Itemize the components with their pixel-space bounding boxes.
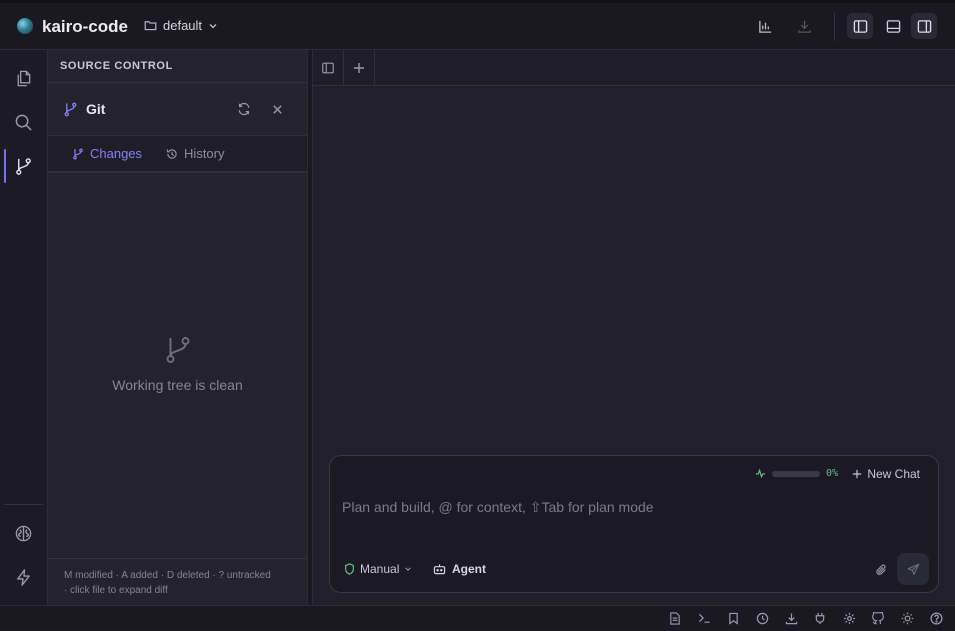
app-logo <box>17 18 33 34</box>
settings-icon <box>843 612 856 625</box>
legend-line: M modified · A added · D deleted · ? unt… <box>64 570 271 581</box>
refresh-icon <box>237 102 251 116</box>
status-document-button[interactable] <box>668 611 682 625</box>
context-meter: 0% <box>755 468 838 479</box>
chevron-down-icon <box>208 21 218 31</box>
activity-explorer[interactable] <box>0 61 47 95</box>
analytics-button[interactable] <box>752 13 778 39</box>
workspace-name: default <box>163 18 203 33</box>
empty-state: Working tree is clean <box>48 335 307 393</box>
git-branch-icon <box>163 335 193 365</box>
git-title: Git <box>86 101 106 117</box>
top-bar: kairo-code default <box>0 0 955 50</box>
status-terminal-button[interactable] <box>697 611 711 625</box>
help-icon <box>930 612 943 625</box>
git-branch-icon <box>72 147 84 160</box>
agent-label: Agent <box>452 562 486 576</box>
status-github-button[interactable] <box>871 611 885 625</box>
new-chat-label: New Chat <box>867 467 920 481</box>
document-icon <box>669 611 681 625</box>
toggle-bottom-panel-icon <box>886 19 901 34</box>
status-download-button[interactable] <box>784 611 798 625</box>
plus-icon <box>852 469 862 479</box>
source-control-panel: SOURCE CONTROL Git Changes History Worki… <box>48 50 308 605</box>
toggle-left-panel-icon <box>853 19 868 34</box>
context-percent: 0% <box>825 468 838 479</box>
shield-icon <box>344 563 355 575</box>
folder-icon <box>144 19 157 32</box>
mode-label: Manual <box>360 562 400 576</box>
app-name: kairo-code <box>42 17 128 36</box>
chat-composer: 0% New Chat Manual Agent <box>329 455 939 593</box>
close-button[interactable] <box>268 100 286 118</box>
mode-selector[interactable]: Manual <box>344 562 412 576</box>
robot-icon <box>433 563 446 575</box>
attach-button[interactable] <box>872 560 890 580</box>
github-icon <box>871 611 885 625</box>
bookmark-icon <box>728 612 739 625</box>
chat-input[interactable] <box>342 496 922 518</box>
empty-message: Working tree is clean <box>112 377 243 393</box>
close-icon <box>271 103 284 116</box>
status-bookmark-button[interactable] <box>726 611 740 625</box>
send-button[interactable] <box>897 553 929 585</box>
new-chat-button[interactable]: New Chat <box>852 467 920 481</box>
workspace-selector[interactable]: default <box>144 18 218 33</box>
status-theme-button[interactable] <box>900 611 914 625</box>
activity-source-control[interactable] <box>0 149 47 183</box>
activity-icon <box>755 468 766 479</box>
chart-icon <box>758 19 773 34</box>
terminal-icon <box>698 612 711 624</box>
download-button[interactable] <box>791 13 817 39</box>
history-icon <box>166 148 178 160</box>
git-branch-icon <box>63 102 78 117</box>
activity-ai[interactable] <box>0 516 47 550</box>
download-icon <box>797 19 812 34</box>
toolbar-divider <box>834 13 835 41</box>
toggle-right-panel-icon <box>917 19 932 34</box>
status-plugins-button[interactable] <box>813 611 827 625</box>
git-branch-icon <box>14 157 33 176</box>
paperclip-icon <box>875 563 888 577</box>
context-progress-bar <box>771 470 820 477</box>
search-icon <box>14 113 33 132</box>
editor-area: 0% New Chat Manual Agent <box>313 50 955 605</box>
new-tab-button[interactable] <box>344 50 375 85</box>
status-settings-button[interactable] <box>842 611 856 625</box>
legend-line: · click file to expand diff <box>64 585 168 596</box>
plus-icon <box>353 62 365 74</box>
source-control-tabs: Changes History <box>48 136 307 173</box>
toggle-left-panel-button[interactable] <box>847 13 873 39</box>
sidebar-toggle-icon <box>321 61 335 75</box>
files-icon <box>14 69 33 88</box>
status-history-button[interactable] <box>755 611 769 625</box>
refresh-button[interactable] <box>235 100 253 118</box>
tab-changes-label: Changes <box>90 146 143 161</box>
activity-divider <box>4 504 43 505</box>
tab-changes[interactable]: Changes <box>72 146 142 161</box>
lightning-icon <box>14 568 33 587</box>
send-icon <box>907 563 920 576</box>
chevron-down-icon <box>404 565 412 573</box>
activity-search[interactable] <box>0 105 47 139</box>
status-help-button[interactable] <box>929 611 943 625</box>
status-bar <box>0 605 955 631</box>
editor-tab-strip <box>313 50 955 86</box>
panel-header: SOURCE CONTROL <box>48 50 307 83</box>
plug-icon <box>814 612 826 625</box>
tab-history-label: History <box>184 146 225 161</box>
sun-icon <box>901 612 914 625</box>
activity-actions[interactable] <box>0 560 47 594</box>
toggle-right-panel-button[interactable] <box>911 13 937 39</box>
tab-history[interactable]: History <box>166 146 225 161</box>
activity-bar <box>0 50 48 605</box>
brain-icon <box>14 524 33 543</box>
agent-button[interactable]: Agent <box>433 562 486 576</box>
toggle-bottom-panel-button[interactable] <box>880 13 906 39</box>
clock-icon <box>756 612 769 625</box>
status-legend: M modified · A added · D deleted · ? unt… <box>48 558 307 605</box>
git-header: Git <box>48 83 307 136</box>
toggle-sidebar-button[interactable] <box>313 50 344 85</box>
download-icon <box>785 612 798 625</box>
